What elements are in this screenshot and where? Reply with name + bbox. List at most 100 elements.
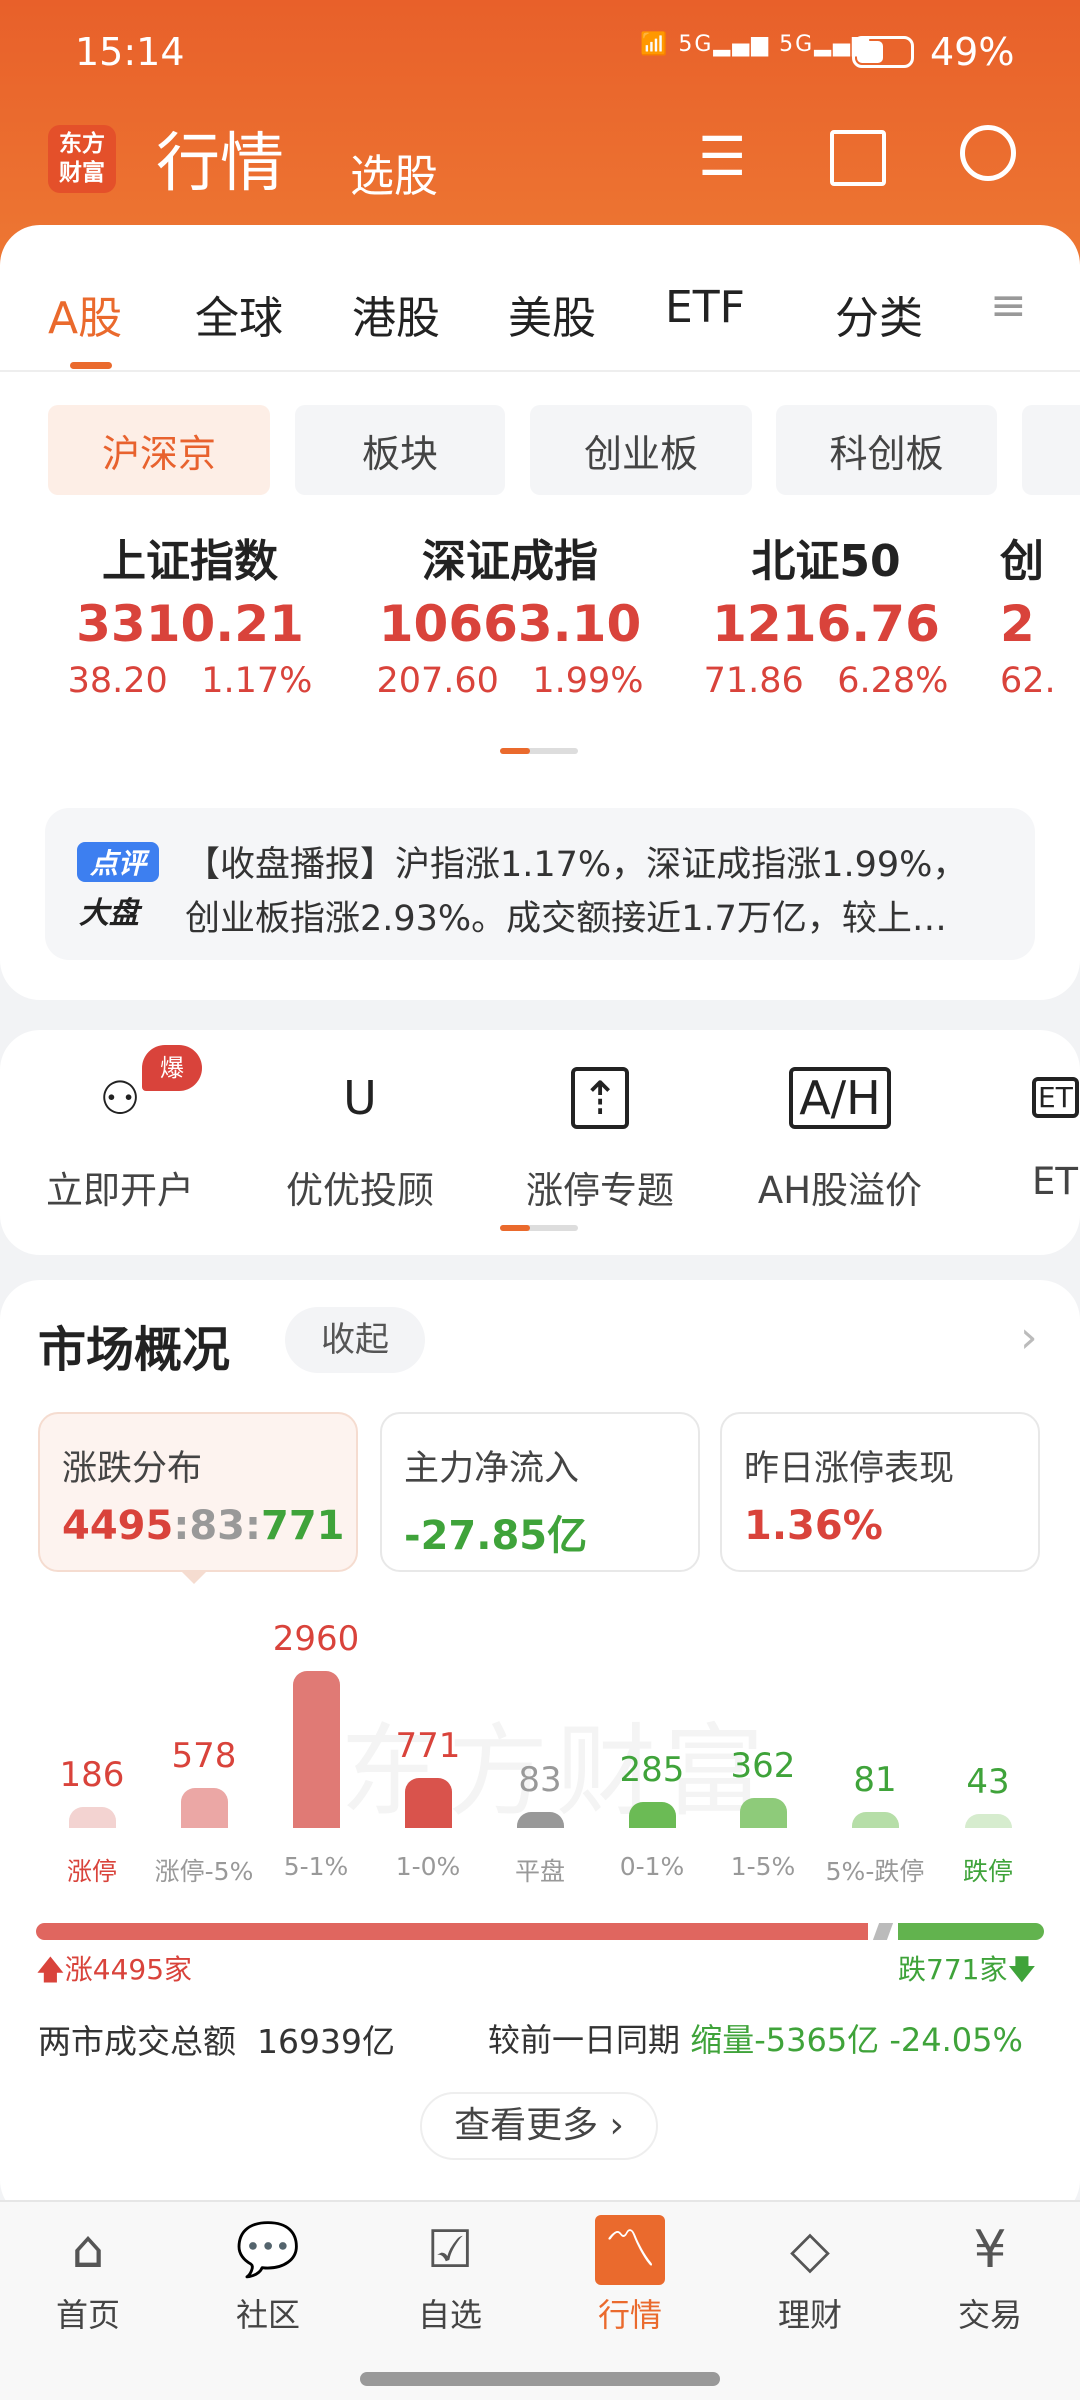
tab-2[interactable]: 港股: [352, 282, 440, 346]
ah-icon: A/H: [789, 1066, 891, 1129]
collapse-button[interactable]: 收起: [285, 1307, 425, 1373]
index-change: 62.: [1000, 661, 1056, 701]
chip-more[interactable]: [1022, 405, 1080, 495]
bar-category-label: 1-0%: [395, 1852, 461, 1881]
chevron-right-icon[interactable]: ›: [1020, 1312, 1038, 1363]
index-value: 3310.21: [76, 595, 304, 653]
bar-category-label: 1-5%: [730, 1852, 796, 1881]
nav-item-0[interactable]: 首页: [0, 2290, 178, 2336]
turnover: 两市成交总额 16939亿: [38, 2022, 395, 2061]
news-badge-sub: 大盘: [79, 896, 139, 931]
tab-4[interactable]: ETF: [665, 282, 745, 333]
tile-label: 主力净流入: [404, 1449, 580, 1489]
bar-2: [293, 1670, 340, 1828]
page-indicator: [500, 748, 578, 754]
settings-list-icon[interactable]: ☰: [698, 125, 746, 188]
tile-value: -27.85亿: [404, 1513, 588, 1559]
divider: [0, 370, 1080, 372]
nav-icon-5[interactable]: ¥: [955, 2215, 1025, 2285]
shortcut-page-indicator: [500, 1225, 578, 1231]
home-indicator[interactable]: [360, 2372, 720, 2386]
shortcut-item[interactable]: ⚇ 立即开户: [0, 1060, 240, 1214]
page-title[interactable]: 行情: [156, 112, 284, 204]
tab-0[interactable]: A股: [48, 282, 122, 346]
bar-category-label: 5-1%: [283, 1852, 349, 1881]
shortcut-item[interactable]: ET ET: [1032, 1060, 1080, 1203]
stock-picker-tab[interactable]: 选股: [350, 140, 438, 204]
bar-value-label: 362: [730, 1746, 796, 1787]
bar-1: [181, 1787, 228, 1828]
shortcut-item[interactable]: ⇡ 涨停专题: [480, 1060, 720, 1214]
status-time: 15:14: [75, 30, 185, 74]
uu-icon: U: [343, 1070, 377, 1125]
menu-icon[interactable]: ≡: [990, 280, 1027, 331]
tile-pointer: [180, 1570, 208, 1584]
index-item[interactable]: 上证指数 3310.21 38.20 1.17%: [30, 525, 350, 701]
app-logo[interactable]: 东方财富: [48, 125, 116, 193]
chip-2[interactable]: 创业板: [530, 405, 752, 495]
up-total: 🡅涨4495家: [36, 1953, 193, 1986]
nav-item-5[interactable]: 交易: [900, 2290, 1080, 2336]
share-icon[interactable]: [830, 130, 886, 186]
bar-value-label: 771: [395, 1726, 461, 1767]
nav-item-1[interactable]: 社区: [178, 2290, 358, 2336]
tab-1[interactable]: 全球: [195, 282, 283, 346]
shortcut-label: 优优投顾: [286, 1169, 434, 1212]
nav-item-4[interactable]: 理财: [720, 2290, 900, 2336]
nav-item-2[interactable]: 自选: [360, 2290, 540, 2336]
bar-3: [405, 1778, 452, 1828]
bar-category-label: 平盘: [514, 1857, 565, 1886]
limit-up-icon: ⇡: [570, 1066, 630, 1129]
nav-icon-1[interactable]: 💬: [233, 2215, 303, 2285]
turnover-compare: 较前一日同期 缩量-5365亿 -24.05%: [488, 2021, 1023, 2059]
news-line-2: 创业板指涨2.93%。成交额接近1.7万亿，较上…: [185, 899, 947, 939]
chip-0[interactable]: 沪深京: [48, 405, 270, 495]
market-title: 市场概况: [38, 1322, 231, 1378]
up-ratio-bar: [36, 1923, 868, 1940]
bar-category-label: 5%-跌停: [825, 1857, 925, 1886]
tile-label: 涨跌分布: [62, 1449, 203, 1489]
nav-icon-3[interactable]: 〽: [595, 2215, 665, 2285]
news-line-1: 【收盘播报】沪指涨1.17%，深证成指涨1.99%，: [185, 845, 968, 885]
index-name: 上证指数: [102, 536, 278, 587]
nav-icon-4[interactable]: ◇: [775, 2215, 845, 2285]
index-item[interactable]: 深证成指 10663.10 207.60 1.99%: [350, 525, 670, 701]
shortcut-label: 立即开户: [46, 1169, 194, 1212]
tile-value: 1.36%: [744, 1503, 883, 1549]
bar-value-label: 2960: [272, 1618, 360, 1659]
chip-1[interactable]: 板块: [295, 405, 505, 495]
bar-value-label: 43: [966, 1761, 1010, 1802]
nav-item-3[interactable]: 行情: [540, 2290, 720, 2336]
nav-icon-2[interactable]: ☑: [415, 2215, 485, 2285]
tile-label: 昨日涨停表现: [744, 1449, 955, 1489]
bar-value-label: 83: [518, 1759, 562, 1800]
bar-4: [517, 1811, 564, 1828]
news-ticker[interactable]: 点评 大盘 【收盘播报】沪指涨1.17%，深证成指涨1.99%， 创业板指涨2.…: [45, 808, 1035, 960]
bar-0: [69, 1806, 116, 1828]
tile-yesterday-limit-up[interactable]: 昨日涨停表现 1.36%: [720, 1412, 1040, 1572]
nav-icon-0[interactable]: ⌂: [53, 2215, 123, 2285]
news-badge: 点评: [77, 842, 159, 882]
tab-5[interactable]: 分类: [835, 282, 923, 346]
tab-3[interactable]: 美股: [508, 282, 596, 346]
bar-7: [852, 1812, 899, 1828]
shortcut-item[interactable]: U 优优投顾: [240, 1060, 480, 1214]
shortcut-label: AH股溢价: [757, 1169, 923, 1212]
bar-5: [629, 1802, 676, 1828]
index-item[interactable]: 北证50 1216.76 71.86 6.28%: [666, 525, 986, 701]
index-item[interactable]: 创 2 62.: [1000, 525, 1080, 701]
index-value: 10663.10: [378, 595, 642, 653]
tile-net-inflow[interactable]: 主力净流入 -27.85亿: [380, 1412, 700, 1572]
search-icon[interactable]: [960, 125, 1016, 181]
index-change: 71.86: [703, 661, 804, 701]
index-name: 创: [1000, 536, 1044, 587]
index-change: 207.60: [376, 661, 499, 701]
tile-distribution[interactable]: 涨跌分布 4495:83:771: [38, 1412, 358, 1572]
chip-3[interactable]: 科创板: [776, 405, 997, 495]
shortcut-label: ET: [1032, 1160, 1078, 1203]
down-ratio-bar: [898, 1923, 1044, 1940]
shortcut-item[interactable]: A/H AH股溢价: [720, 1060, 960, 1214]
bar-value-label: 186: [59, 1754, 125, 1795]
bar-category-label: 涨停: [66, 1857, 117, 1886]
view-more-button[interactable]: 查看更多 ›: [420, 2092, 658, 2160]
